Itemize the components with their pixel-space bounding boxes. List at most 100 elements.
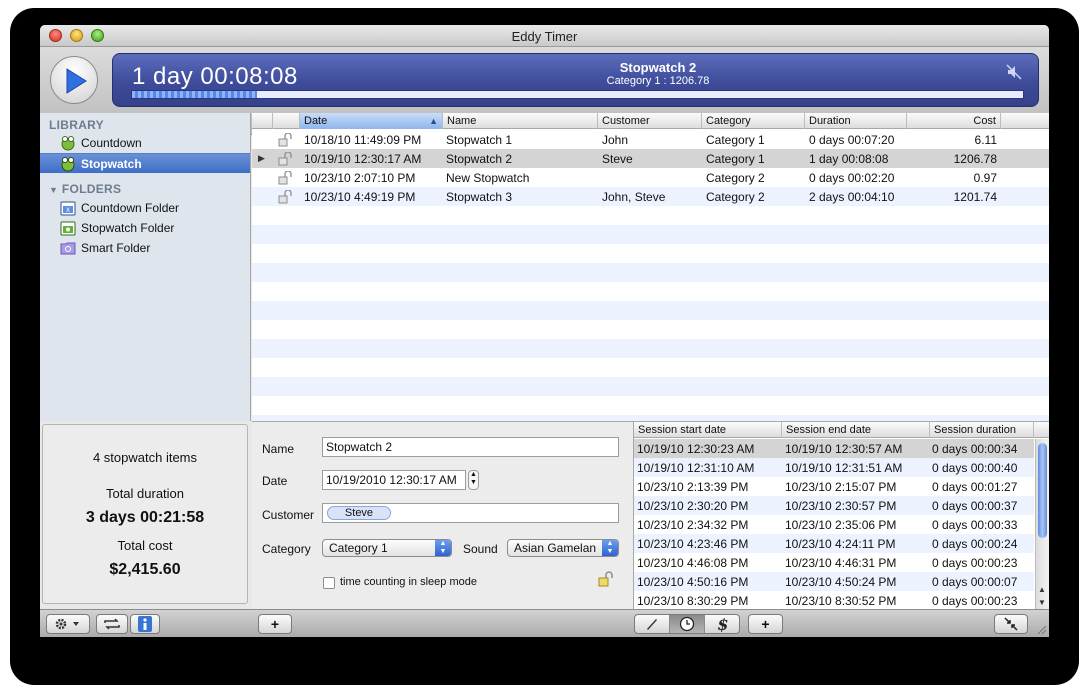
table-cell: 10/23/10 4:49:19 PM (304, 190, 416, 204)
repeat-icon (104, 618, 120, 630)
session-cell: 10/23/10 8:30:29 PM (637, 594, 749, 608)
date-field[interactable]: 10/19/2010 12:30:17 AM (322, 470, 466, 490)
title-bar[interactable]: Eddy Timer (40, 25, 1049, 47)
library-header: LIBRARY (49, 118, 104, 132)
session-cell: 10/23/10 4:50:24 PM (785, 575, 897, 589)
session-row[interactable]: 10/23/10 2:30:20 PM 10/23/10 2:30:57 PM 0 … (634, 496, 1034, 515)
session-cell: 10/23/10 4:46:31 PM (785, 556, 897, 570)
category-popup[interactable]: Category 1 ▲ ▼ (322, 539, 452, 557)
play-button[interactable] (50, 56, 98, 104)
sidebar-item-countdown-folder[interactable]: X Countdown Folder (40, 198, 250, 218)
session-cell: 10/23/10 4:50:16 PM (637, 575, 749, 589)
pane-notes-segment[interactable] (635, 615, 670, 633)
table-cell: 0 days 00:07:20 (809, 133, 895, 147)
table-row[interactable]: 10/23/10 2:07:10 PM New Stopwatch Category… (252, 168, 1049, 187)
column-header-customer[interactable]: Customer (598, 113, 702, 129)
name-label: Name (262, 442, 295, 456)
sound-label: Sound (463, 542, 498, 556)
table-row[interactable] (252, 282, 1049, 301)
session-row[interactable]: 10/19/10 12:31:10 AM 10/19/10 12:31:51 AM… (634, 458, 1034, 477)
sleep-mode-checkbox[interactable] (323, 577, 335, 589)
unlocked-icon[interactable] (278, 190, 294, 204)
scrollbar-thumb[interactable] (1038, 443, 1047, 538)
column-header-session-start[interactable]: Session start date (634, 422, 782, 438)
sleep-mode-label: time counting in sleep mode (340, 576, 477, 588)
unlocked-icon[interactable] (278, 171, 294, 185)
sessions-table[interactable]: Session start date Session end date Sess… (634, 421, 1049, 609)
session-cell: 10/23/10 2:15:07 PM (785, 480, 897, 494)
column-header-cost[interactable]: Cost (907, 113, 1001, 129)
session-row[interactable]: 10/19/10 12:30:23 AM 10/19/10 12:30:57 AM… (634, 439, 1034, 458)
add-session-button[interactable]: + (748, 614, 783, 634)
session-row[interactable]: 10/23/10 2:13:39 PM 10/23/10 2:15:07 PM 0 … (634, 477, 1034, 496)
sound-muted-icon[interactable] (1006, 64, 1022, 80)
table-row[interactable] (252, 263, 1049, 282)
table-row[interactable] (252, 206, 1049, 225)
sidebar-item-stopwatch-folder[interactable]: Stopwatch Folder (40, 218, 250, 238)
session-cell: 10/23/10 2:30:20 PM (637, 499, 749, 513)
table-row[interactable] (252, 225, 1049, 244)
date-stepper[interactable]: ▲ ▼ (468, 470, 479, 490)
column-header-session-end[interactable]: Session end date (782, 422, 930, 438)
row-disclosure-icon[interactable]: ▶ (258, 153, 265, 164)
sidebar-item-countdown[interactable]: Countdown (40, 133, 250, 153)
action-menu-button[interactable] (46, 614, 90, 634)
pane-cost-segment[interactable]: $ (705, 615, 739, 633)
table-row[interactable] (252, 301, 1049, 320)
collapse-button[interactable] (994, 614, 1028, 634)
table-row[interactable] (252, 377, 1049, 396)
name-field[interactable]: Stopwatch 2 (322, 437, 619, 457)
info-button[interactable] (130, 614, 160, 634)
session-row[interactable]: 10/23/10 4:50:16 PM 10/23/10 4:50:24 PM 0 … (634, 572, 1034, 591)
column-header-date[interactable]: Date ▲ (300, 113, 443, 129)
category-popup-value: Category 1 (329, 541, 388, 555)
window-title: Eddy Timer (511, 29, 578, 44)
customer-field[interactable]: Steve (322, 503, 619, 523)
scroll-up-arrow-icon[interactable]: ▲ (1038, 585, 1046, 594)
pane-switcher[interactable]: $ (634, 614, 740, 634)
column-header-category[interactable]: Category (702, 113, 805, 129)
table-row[interactable] (252, 396, 1049, 415)
session-row[interactable]: 10/23/10 8:30:29 PM 10/23/10 8:30:52 PM 0 … (634, 591, 1034, 609)
clock-icon (679, 616, 695, 632)
table-row[interactable] (252, 339, 1049, 358)
total-cost-value: $2,415.60 (109, 561, 181, 578)
sidebar-item-label: Smart Folder (81, 241, 151, 255)
customer-token[interactable]: Steve (327, 506, 391, 520)
sidebar-item-label: Countdown Folder (81, 201, 180, 215)
sidebar: LIBRARY Countdown Stopwatch ▼ FOLDERS X … (40, 113, 251, 421)
table-cell: Stopwatch 3 (446, 190, 513, 204)
table-row[interactable]: ▶ 10/19/10 12:30:17 AM Stopwatch 2 Steve Cat… (252, 149, 1049, 168)
disclosure-triangle-icon[interactable]: ▼ (49, 185, 58, 195)
unlocked-icon[interactable] (278, 152, 294, 166)
sidebar-item-stopwatch[interactable]: Stopwatch (40, 153, 250, 173)
folders-header-label: FOLDERS (61, 182, 122, 196)
session-row[interactable]: 10/23/10 2:34:32 PM 10/23/10 2:35:06 PM 0 … (634, 515, 1034, 534)
resize-grip-icon[interactable] (1035, 623, 1047, 635)
sync-button[interactable] (96, 614, 128, 634)
customer-label: Customer (262, 508, 315, 522)
sessions-scrollbar[interactable]: ▲ ▼ (1035, 439, 1049, 609)
column-header-duration[interactable]: Duration (805, 113, 907, 129)
frog-countdown-icon (61, 136, 75, 151)
table-row[interactable]: 10/18/10 11:49:09 PM Stopwatch 1 John Categ… (252, 130, 1049, 149)
add-item-button[interactable]: + (258, 614, 292, 634)
column-header-session-duration[interactable]: Session duration (930, 422, 1034, 438)
table-row[interactable] (252, 320, 1049, 339)
scroll-down-arrow-icon[interactable]: ▼ (1038, 598, 1046, 607)
table-row[interactable] (252, 358, 1049, 377)
pane-sessions-segment[interactable] (670, 615, 705, 633)
stopwatch-table[interactable]: Date ▲ Name Customer Category Duration C… (252, 113, 1049, 421)
timer-display: 1 day 00:08:08 Stopwatch 2 Category 1 : … (112, 53, 1039, 107)
sound-popup[interactable]: Asian Gamelan ▲ ▼ (507, 539, 619, 557)
table-row[interactable]: 10/23/10 4:49:19 PM Stopwatch 3 John, Stev… (252, 187, 1049, 206)
session-row[interactable]: 10/23/10 4:46:08 PM 10/23/10 4:46:31 PM 0 … (634, 553, 1034, 572)
unlocked-icon[interactable] (278, 133, 294, 147)
table-row[interactable] (252, 244, 1049, 263)
unlocked-icon[interactable] (598, 571, 614, 587)
folders-header[interactable]: ▼ FOLDERS (49, 182, 121, 196)
session-row[interactable]: 10/23/10 4:23:46 PM 10/23/10 4:24:11 PM 0 … (634, 534, 1034, 553)
sidebar-item-smart-folder[interactable]: Smart Folder (40, 238, 250, 258)
column-header-name[interactable]: Name (443, 113, 598, 129)
popup-arrows-icon: ▲ ▼ (435, 540, 451, 556)
